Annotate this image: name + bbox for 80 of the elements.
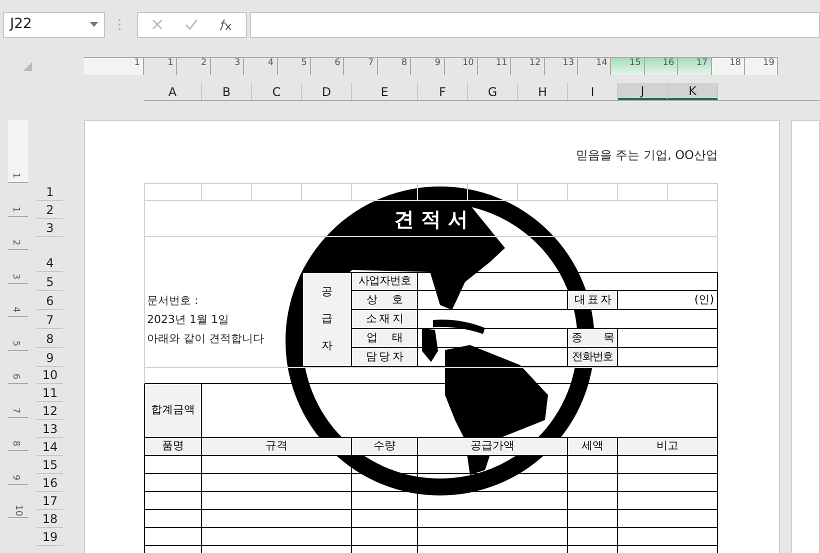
blank-cell: [202, 183, 252, 201]
blank-cell: [352, 474, 418, 492]
formula-input[interactable]: [250, 12, 820, 38]
supplier-label-cell: 전화번호: [568, 348, 618, 367]
name-box[interactable]: J22: [3, 12, 105, 38]
item-header-cell: 규격: [202, 438, 352, 456]
document-info-text: 2023년 1월 1일: [146, 312, 230, 328]
blank-cell: [144, 492, 202, 510]
select-all-corner-icon[interactable]: [23, 62, 32, 71]
blank-cell: [144, 183, 202, 201]
ruler-segment: 15: [611, 58, 645, 75]
supplier-value-cell: (인): [618, 291, 718, 310]
item-header-cell: 품명: [144, 438, 202, 456]
blank-cell: [352, 456, 418, 474]
total-label-cell: 합계금액: [144, 384, 202, 438]
checkmark-icon[interactable]: [184, 19, 198, 30]
supplier-label-cell: 담 당 자: [352, 348, 418, 367]
blank-cell: [352, 528, 418, 546]
column-header[interactable]: C: [252, 83, 302, 100]
blank-cell: [568, 528, 618, 546]
item-header-cell: 공급가액: [418, 438, 568, 456]
blank-cell: [352, 492, 418, 510]
ruler-segment: 16: [644, 58, 678, 75]
ruler-segment: 1: [8, 120, 28, 183]
dropdown-caret-icon: [90, 22, 98, 27]
blank-cell: [352, 510, 418, 528]
supplier-label-cell: 사업자번호: [352, 272, 418, 291]
supplier-label-cell: 상 호: [352, 291, 418, 310]
blank-cell: [144, 528, 202, 546]
ruler-segment: 6: [8, 350, 28, 384]
function-icon[interactable]: [219, 18, 232, 30]
ruler-segment: 8: [378, 58, 412, 75]
supplier-label-cell: 대 표 자: [568, 291, 618, 310]
blank-cell: [568, 492, 618, 510]
slogan-text: 믿음을 주는 기업, OO산업: [576, 147, 718, 164]
supplier-label-cell: 업 태: [352, 329, 418, 348]
ruler-segment: 10: [8, 484, 28, 518]
blank-cell: [252, 183, 302, 201]
blank-cell: [144, 510, 202, 528]
document-info-text: 문서번호 :: [146, 293, 200, 309]
blank-cell: [518, 183, 568, 201]
blank-cell: [568, 510, 618, 528]
blank-cell: [302, 183, 352, 201]
ruler-segment: 17: [678, 58, 712, 75]
blank-cell: [144, 474, 202, 492]
ruler-segment: 4: [8, 284, 28, 317]
ruler-segment: 1: [84, 58, 144, 75]
ruler-segment: 13: [544, 58, 578, 75]
supplier-label-cell: 소 재 지: [352, 310, 418, 329]
column-header[interactable]: D: [302, 83, 352, 100]
column-header[interactable]: J: [618, 83, 668, 100]
document-info-text: 아래와 같이 견적합니다: [146, 331, 265, 347]
blank-cell: [144, 456, 202, 474]
ruler-segment: 2: [8, 216, 28, 250]
column-header[interactable]: E: [352, 83, 418, 100]
item-header-cell: 비고: [618, 438, 718, 456]
ruler-segment: 10: [444, 58, 478, 75]
cancel-icon[interactable]: [152, 19, 163, 30]
column-header[interactable]: K: [668, 83, 718, 100]
blank-cell: [568, 456, 618, 474]
blank-cell: [668, 183, 718, 201]
blank-cell: [468, 183, 518, 201]
ruler-segment: 18: [712, 58, 746, 75]
row-header[interactable]: 10: [37, 367, 63, 384]
ruler-segment: 8: [8, 418, 28, 451]
ruler-segment: 19: [745, 58, 778, 75]
supplier-label-cell: 종 목: [568, 329, 618, 348]
blank-cell: [618, 183, 668, 201]
column-header[interactable]: B: [202, 83, 252, 100]
ruler-segment: 5: [278, 58, 311, 75]
supplier-side-label: 공 급 자: [302, 272, 352, 367]
column-header[interactable]: F: [418, 83, 468, 100]
column-header[interactable]: H: [518, 83, 568, 100]
blank-cell: [568, 183, 618, 201]
drag-handle-icon: [118, 18, 121, 31]
item-header-cell: 수량: [352, 438, 418, 456]
blank-cell: [568, 474, 618, 492]
column-header[interactable]: A: [144, 83, 202, 100]
column-header[interactable]: G: [468, 83, 518, 100]
item-header-cell: 세액: [568, 438, 618, 456]
